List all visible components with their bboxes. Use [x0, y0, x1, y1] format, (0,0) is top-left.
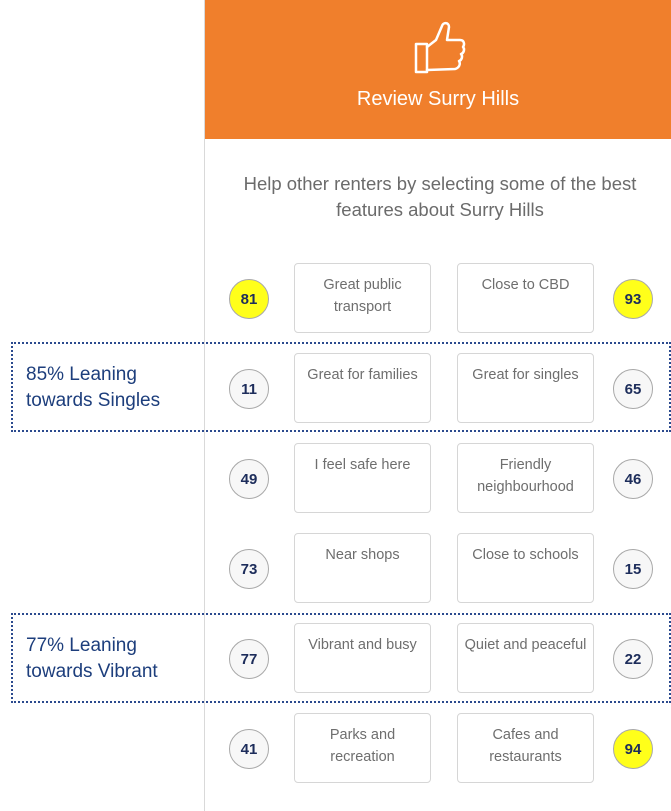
vote-count: 81 [229, 279, 269, 319]
callout-vibrant: 77% Leaning towards Vibrant [11, 613, 671, 703]
callout-line: 77% Leaning [26, 635, 137, 656]
feature-card-near-shops[interactable]: Near shops [294, 533, 431, 603]
feature-row: 41 Parks and recreation Cafes and restau… [205, 713, 671, 785]
feature-card-parks-and-recreation[interactable]: Parks and recreation [294, 713, 431, 783]
callout-line: 85% Leaning [26, 364, 137, 385]
feature-card-close-to-schools[interactable]: Close to schools [457, 533, 594, 603]
thumbs-up-icon [414, 21, 466, 74]
vote-count: 49 [229, 459, 269, 499]
feature-card-friendly-neighbourhood[interactable]: Friendly neighbourhood [457, 443, 594, 513]
feature-card-i-feel-safe-here[interactable]: I feel safe here [294, 443, 431, 513]
vote-count: 15 [613, 549, 653, 589]
callout-singles: 85% Leaning towards Singles [11, 342, 671, 432]
feature-card-cafes-and-restaurants[interactable]: Cafes and restaurants [457, 713, 594, 783]
feature-row: 49 I feel safe here Friendly neighbourho… [205, 443, 671, 515]
intro-text: Help other renters by selecting some of … [243, 173, 637, 220]
feature-card-great-public-transport[interactable]: Great public transport [294, 263, 431, 333]
callout-line: towards Vibrant [26, 661, 158, 682]
feature-row: 73 Near shops Close to schools 15 [205, 533, 671, 605]
page-title: Review Surry Hills [356, 88, 520, 110]
vote-count: 46 [613, 459, 653, 499]
vote-count: 94 [613, 729, 653, 769]
vote-count: 73 [229, 549, 269, 589]
vote-count: 93 [613, 279, 653, 319]
feature-row: 81 Great public transport Close to CBD 9… [205, 263, 671, 335]
review-header: Review Surry Hills [205, 0, 671, 139]
feature-card-close-to-cbd[interactable]: Close to CBD [457, 263, 594, 333]
vote-count: 41 [229, 729, 269, 769]
callout-line: towards Singles [26, 390, 161, 411]
